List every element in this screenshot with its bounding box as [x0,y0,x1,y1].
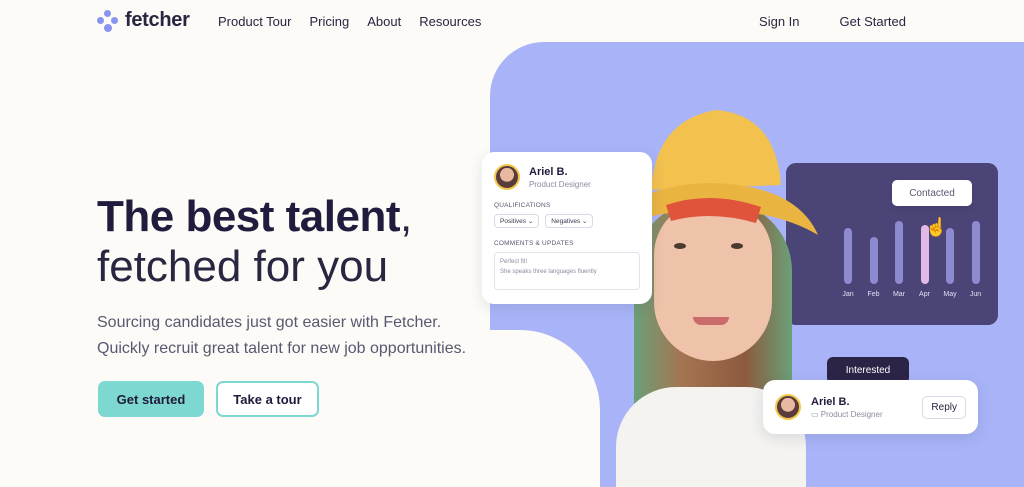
nav-resources[interactable]: Resources [419,14,481,29]
folder-icon: ▭ [811,409,819,419]
subtitle-line-2: Quickly recruit great talent for new job… [97,340,467,357]
chart-bar-feb [869,237,878,284]
candidate-name: Ariel B. [811,395,850,408]
chart-bar-jan [844,228,852,284]
chart-bar-mar [895,221,903,284]
paw-icon [97,9,119,32]
qualification-chips: Positives ⌄ Negatives ⌄ [494,214,640,228]
subtitle-line-1: Sourcing candidates just got easier with… [97,314,442,331]
comments-label: COMMENTS & UPDATES [494,240,574,247]
hero-subtitle: Sourcing candidates just got easier with… [97,310,477,362]
headline-comma: , [400,192,413,241]
candidate-reply-card[interactable]: Ariel B. ▭ Product Designer Reply [763,380,978,434]
top-nav: fetcher Product Tour Pricing About Resou… [0,0,1024,42]
nav-pricing[interactable]: Pricing [309,14,349,29]
month-label: Mar [892,291,906,298]
sign-in-link[interactable]: Sign In [759,14,799,29]
month-label: Jan [842,291,854,298]
avatar [775,394,801,420]
negatives-dropdown[interactable]: Negatives ⌄ [545,214,594,228]
headline-strong: The best talent [97,192,401,241]
positives-label: Positives [500,218,527,225]
nav-actions: Sign In Get Started [759,14,906,29]
candidate-name: Ariel B. [529,165,568,178]
get-started-link[interactable]: Get Started [840,14,906,29]
negatives-label: Negatives [551,218,581,225]
candidate-role-text: Product Designer [820,409,883,419]
hero-headline: The best talent, fetched for you [97,192,412,292]
avatar [494,164,520,190]
chevron-down-icon: ⌄ [582,218,588,225]
logo-text: fetcher [125,9,190,31]
nav-about[interactable]: About [367,14,401,29]
month-label: May [943,291,957,298]
qualifications-label: QUALIFICATIONS [494,202,551,209]
chart-bar-jun [971,221,980,284]
logo[interactable]: fetcher [97,9,190,32]
month-label: Jun [969,291,982,298]
get-started-button[interactable]: Get started [98,381,204,417]
reply-button[interactable]: Reply [922,395,966,419]
contacted-tooltip: Contacted [892,180,972,206]
candidate-card[interactable]: Ariel B. Product Designer QUALIFICATIONS… [482,152,652,304]
take-a-tour-button[interactable]: Take a tour [216,381,319,417]
comment-box[interactable]: Perfect fit! She speaks three languages … [494,252,640,290]
nav-product-tour[interactable]: Product Tour [218,14,291,29]
chevron-down-icon: ⌄ [527,218,534,225]
headline-light: fetched for you [97,242,389,291]
hand-cursor-icon: ☝ [925,217,948,237]
month-label: Apr [919,291,930,298]
candidate-header: Ariel B. Product Designer [494,164,640,190]
candidate-role: ▭ Product Designer [811,410,883,419]
comment-line-1: Perfect fit! [500,259,528,265]
month-label: Feb [867,291,880,298]
candidate-role: Product Designer [529,179,591,189]
nav-links: Product Tour Pricing About Resources [218,14,481,29]
comment-line-2: She speaks three languages fluently [500,269,597,275]
smile [693,317,729,325]
positives-dropdown[interactable]: Positives ⌄ [494,214,540,228]
